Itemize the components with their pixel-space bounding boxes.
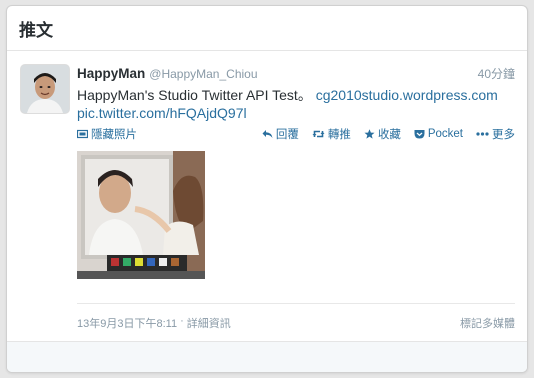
tweet-actions: 隱藏照片 回覆 轉推 收藏 Pocket 更多 <box>77 126 515 142</box>
tweet-text-main: HappyMan's Studio Twitter API Test。 <box>77 87 312 103</box>
more-button[interactable]: 更多 <box>476 126 515 142</box>
avatar-image <box>21 65 69 113</box>
avatar[interactable] <box>20 64 70 114</box>
user-screen-name[interactable]: @HappyMan_Chiou <box>149 67 257 81</box>
photo-icon <box>77 129 88 139</box>
tweet-photo[interactable] <box>77 151 205 279</box>
hide-photo-button[interactable]: 隱藏照片 <box>77 126 137 142</box>
favorite-button[interactable]: 收藏 <box>364 126 401 142</box>
tweet-time[interactable]: 40分鐘 <box>478 65 515 82</box>
favorite-label: 收藏 <box>377 129 401 141</box>
page-title: 推文 <box>19 20 53 40</box>
tweet-header: HappyMan @HappyMan_Chiou 40分鐘 <box>77 65 515 82</box>
more-label: 更多 <box>492 129 515 141</box>
tweet-content: HappyMan @HappyMan_Chiou 40分鐘 HappyMan's… <box>77 65 515 142</box>
footer-separator: · <box>180 315 184 327</box>
panel-header: 推文 <box>7 6 527 51</box>
reply-icon <box>262 130 273 138</box>
retweet-icon <box>312 130 325 138</box>
reply-bar <box>7 341 527 372</box>
tweet-timestamp: 13年9月3日下午8:11 <box>77 318 178 330</box>
pocket-icon <box>414 130 425 139</box>
pocket-label: Pocket <box>427 128 463 140</box>
user-fullname[interactable]: HappyMan <box>77 66 145 81</box>
star-icon <box>364 129 375 139</box>
footer-divider <box>77 303 515 304</box>
tweet-link-photo[interactable]: pic.twitter.com/hFQAjdQ97l <box>77 105 247 121</box>
flag-media-link[interactable]: 標記多媒體 <box>460 315 515 331</box>
hide-photo-label: 隱藏照片 <box>91 129 137 141</box>
retweet-label: 轉推 <box>327 129 351 141</box>
retweet-button[interactable]: 轉推 <box>312 126 351 142</box>
details-link[interactable]: 詳細資訊 <box>187 315 231 331</box>
tweet-panel: 推文 HappyMan @HappyMan_Chiou 40分鐘 HappyMa… <box>6 5 528 373</box>
tweet-link-website[interactable]: cg2010studio.wordpress.com <box>316 87 498 103</box>
tweet-footer: 13年9月3日下午8:11 · 詳細資訊 標記多媒體 <box>77 315 515 331</box>
pocket-button[interactable]: Pocket <box>414 128 463 140</box>
tweet: HappyMan @HappyMan_Chiou 40分鐘 HappyMan's… <box>7 51 527 341</box>
reply-label: 回覆 <box>275 129 299 141</box>
photo-image <box>77 151 205 279</box>
reply-button[interactable]: 回覆 <box>262 126 299 142</box>
tweet-text: HappyMan's Studio Twitter API Test。 cg20… <box>77 86 515 122</box>
ellipsis-icon <box>476 132 489 136</box>
